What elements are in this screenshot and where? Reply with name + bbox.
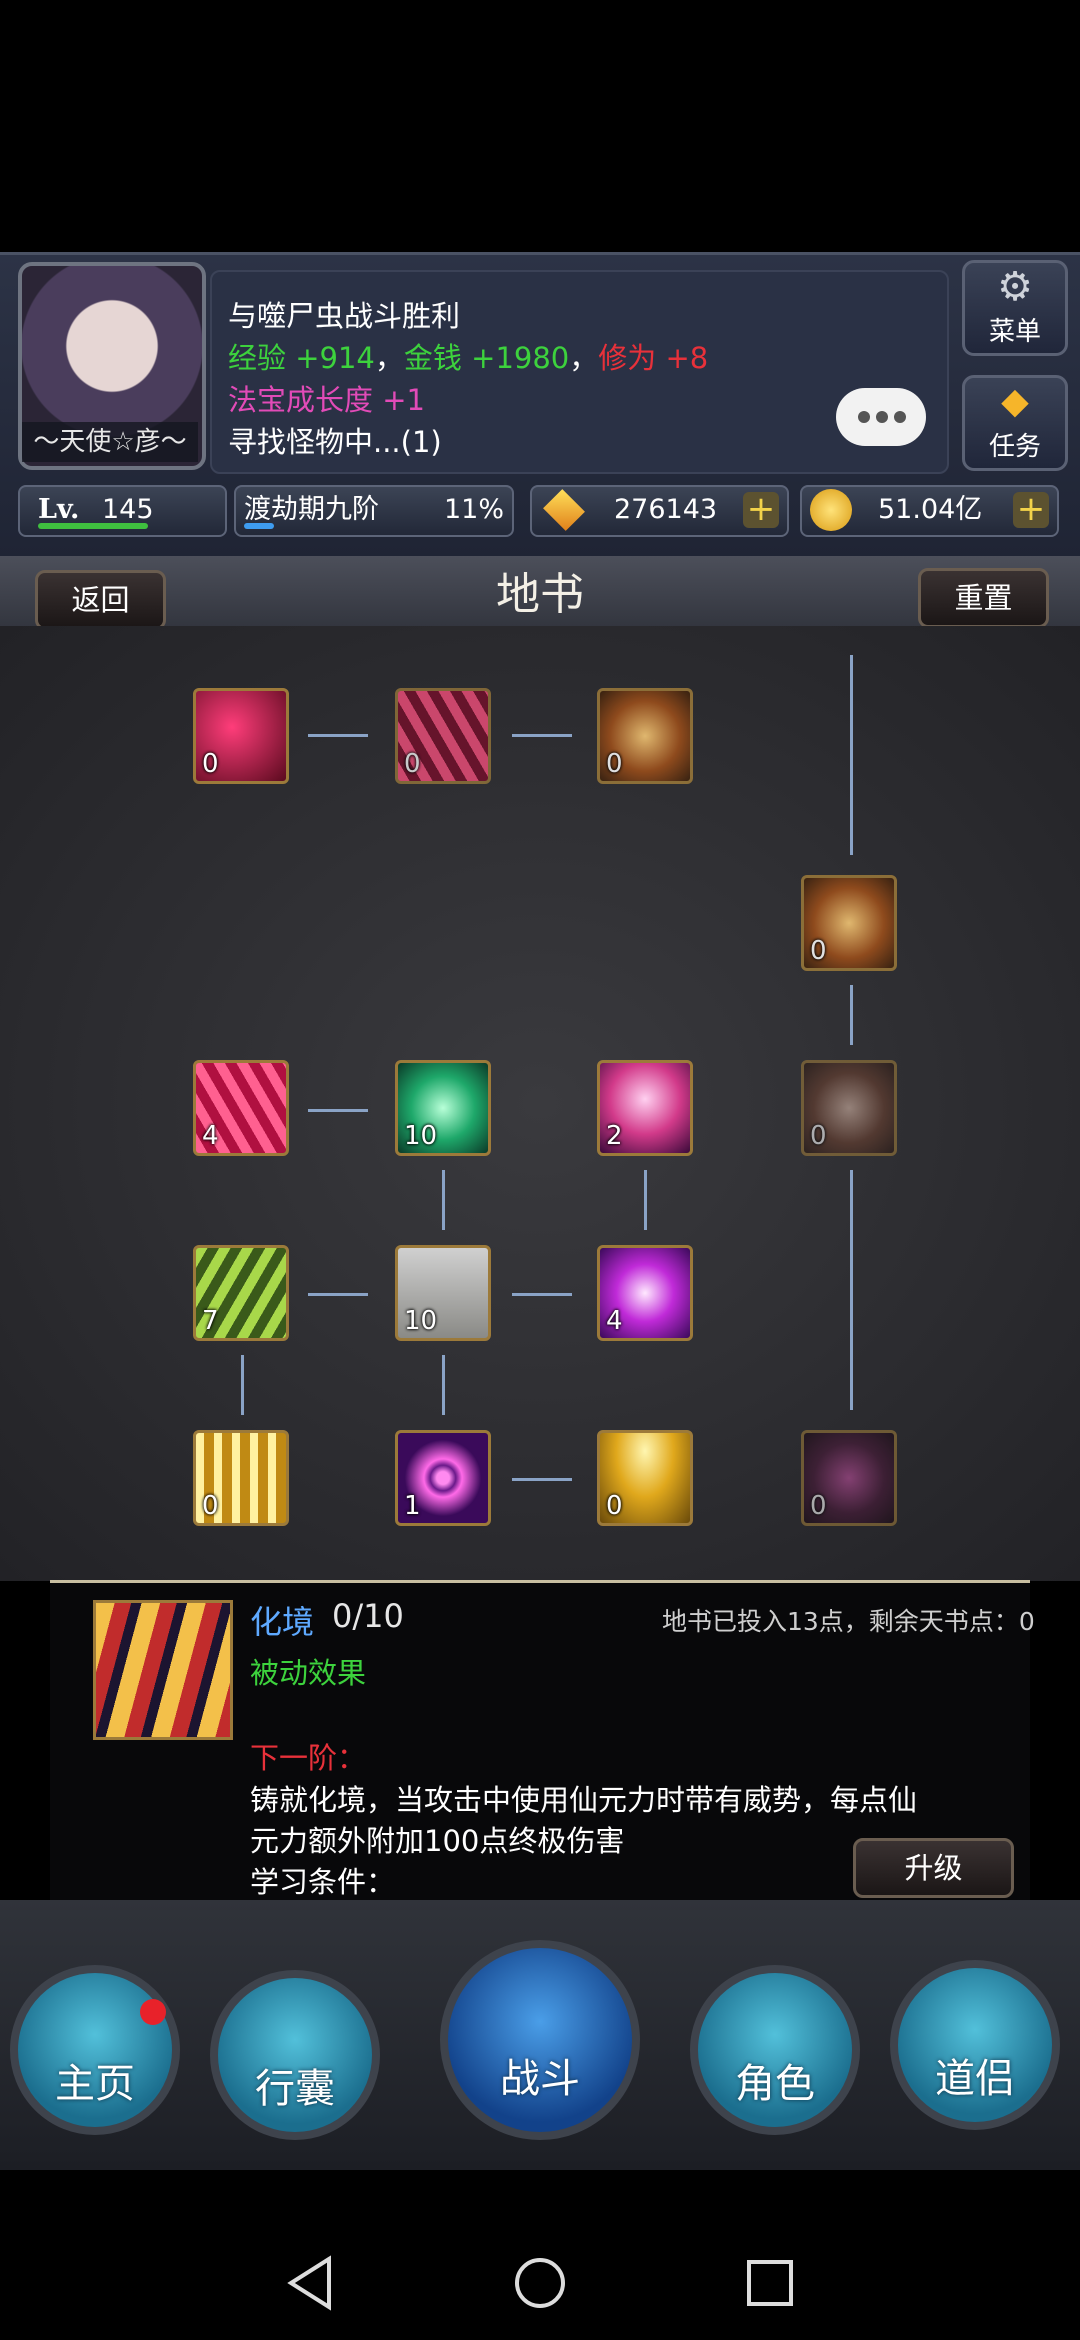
nav-battle[interactable]: 战斗 <box>440 1940 640 2140</box>
skill-node[interactable]: 0 <box>193 1430 289 1526</box>
notification-dot <box>140 1999 166 2025</box>
log-line-4: 寻找怪物中...(1) <box>228 425 442 459</box>
task-label: 任务 <box>988 432 1041 462</box>
nav-battle-label: 战斗 <box>500 2056 580 2102</box>
chat-bubble-icon[interactable] <box>836 388 926 446</box>
arrow-down <box>850 1170 853 1410</box>
diamond-icon: ◆ <box>1001 381 1029 422</box>
log-line-2: 经验 +914，金钱 +1980，修为 +8 <box>228 341 709 375</box>
arrow-down <box>442 1355 445 1415</box>
level-bar: Lv. 145 <box>18 485 227 537</box>
skill-type: 被动效果 <box>250 1656 367 1690</box>
skill-node[interactable]: 0 <box>801 875 897 971</box>
learn-requirement: 学习条件： <box>250 1865 396 1899</box>
arrow-right <box>512 734 572 737</box>
arrow-up <box>442 1170 445 1230</box>
selected-skill-icon <box>93 1600 233 1740</box>
nav-role-label: 角色 <box>735 2061 815 2107</box>
add-gold-button[interactable]: + <box>1013 492 1049 528</box>
nav-bag[interactable]: 行囊 <box>210 1970 380 2140</box>
log-line-3: 法宝成长度 +1 <box>228 383 425 417</box>
points-summary: 地书已投入13点，剩余天书点：0 <box>662 1607 1035 1636</box>
arrow-down <box>241 1355 244 1415</box>
coin-icon <box>810 489 852 531</box>
reset-button[interactable]: 重置 <box>918 568 1049 628</box>
skill-node[interactable]: 2 <box>597 1060 693 1156</box>
arrow-down <box>850 655 853 855</box>
log-line-1: 与噬尸虫战斗胜利 <box>228 299 461 333</box>
skill-desc-line1: 铸就化境，当攻击中使用仙元力时带有威势，每点仙 <box>250 1783 918 1817</box>
page-title: 地书 <box>496 569 584 620</box>
add-gems-button[interactable]: + <box>743 492 779 528</box>
gem-value: 276143 <box>614 494 718 525</box>
next-level-label: 下一阶： <box>250 1741 367 1775</box>
arrow-right <box>512 1478 572 1481</box>
realm-progress-text: 11% <box>443 494 504 525</box>
gem-icon <box>543 489 585 531</box>
player-name: ～天使☆彦～ <box>22 422 198 462</box>
exp-progress <box>38 523 148 529</box>
skill-desc-line2: 元力额外附加100点终极伤害 <box>250 1824 625 1858</box>
skill-node[interactable]: 10 <box>395 1060 491 1156</box>
arrow-left <box>308 1293 368 1296</box>
skill-node[interactable]: 4 <box>597 1245 693 1341</box>
skill-name: 化境 <box>250 1603 315 1641</box>
nav-partner-label: 道侣 <box>935 2056 1015 2102</box>
menu-label: 菜单 <box>988 317 1041 347</box>
skill-node[interactable]: 4 <box>193 1060 289 1156</box>
nav-bag-label: 行囊 <box>255 2066 335 2112</box>
home-circle-icon[interactable] <box>512 2255 568 2311</box>
realm-bar: 渡劫期九阶 11% <box>234 485 514 537</box>
arrow-right <box>512 1293 572 1296</box>
skill-node[interactable]: 0 <box>193 688 289 784</box>
skill-tree <box>0 626 1080 1581</box>
skill-node[interactable]: 0 <box>597 1430 693 1526</box>
nav-home[interactable]: 主页 <box>10 1965 180 2135</box>
gold-value: 51.04亿 <box>878 494 983 525</box>
gem-counter: 276143 + <box>530 485 789 537</box>
nav-role[interactable]: 角色 <box>690 1965 860 2135</box>
skill-node[interactable]: 0 <box>801 1060 897 1156</box>
gold-counter: 51.04亿 + <box>800 485 1059 537</box>
nav-home-label: 主页 <box>55 2061 135 2107</box>
task-button[interactable]: ◆ 任务 <box>962 375 1068 471</box>
gear-icon: ⚙ <box>997 264 1033 310</box>
back-triangle-icon[interactable] <box>285 2255 335 2311</box>
menu-button[interactable]: ⚙ 菜单 <box>962 260 1068 356</box>
skill-node[interactable]: 10 <box>395 1245 491 1341</box>
skill-node[interactable]: 1 <box>395 1430 491 1526</box>
skill-node[interactable]: 0 <box>801 1430 897 1526</box>
arrow-left <box>308 1109 368 1112</box>
back-button[interactable]: 返回 <box>35 570 166 630</box>
arrow-right <box>308 734 368 737</box>
skill-node[interactable]: 7 <box>193 1245 289 1341</box>
nav-partner[interactable]: 道侣 <box>890 1960 1060 2130</box>
realm-progress <box>244 523 274 529</box>
arrow-up <box>644 1170 647 1230</box>
arrow-down <box>850 985 853 1045</box>
skill-node[interactable]: 0 <box>395 688 491 784</box>
recents-square-icon[interactable] <box>745 2258 795 2308</box>
skill-node[interactable]: 0 <box>597 688 693 784</box>
upgrade-button[interactable]: 升级 <box>853 1838 1014 1898</box>
skill-level: 0/10 <box>332 1597 404 1635</box>
